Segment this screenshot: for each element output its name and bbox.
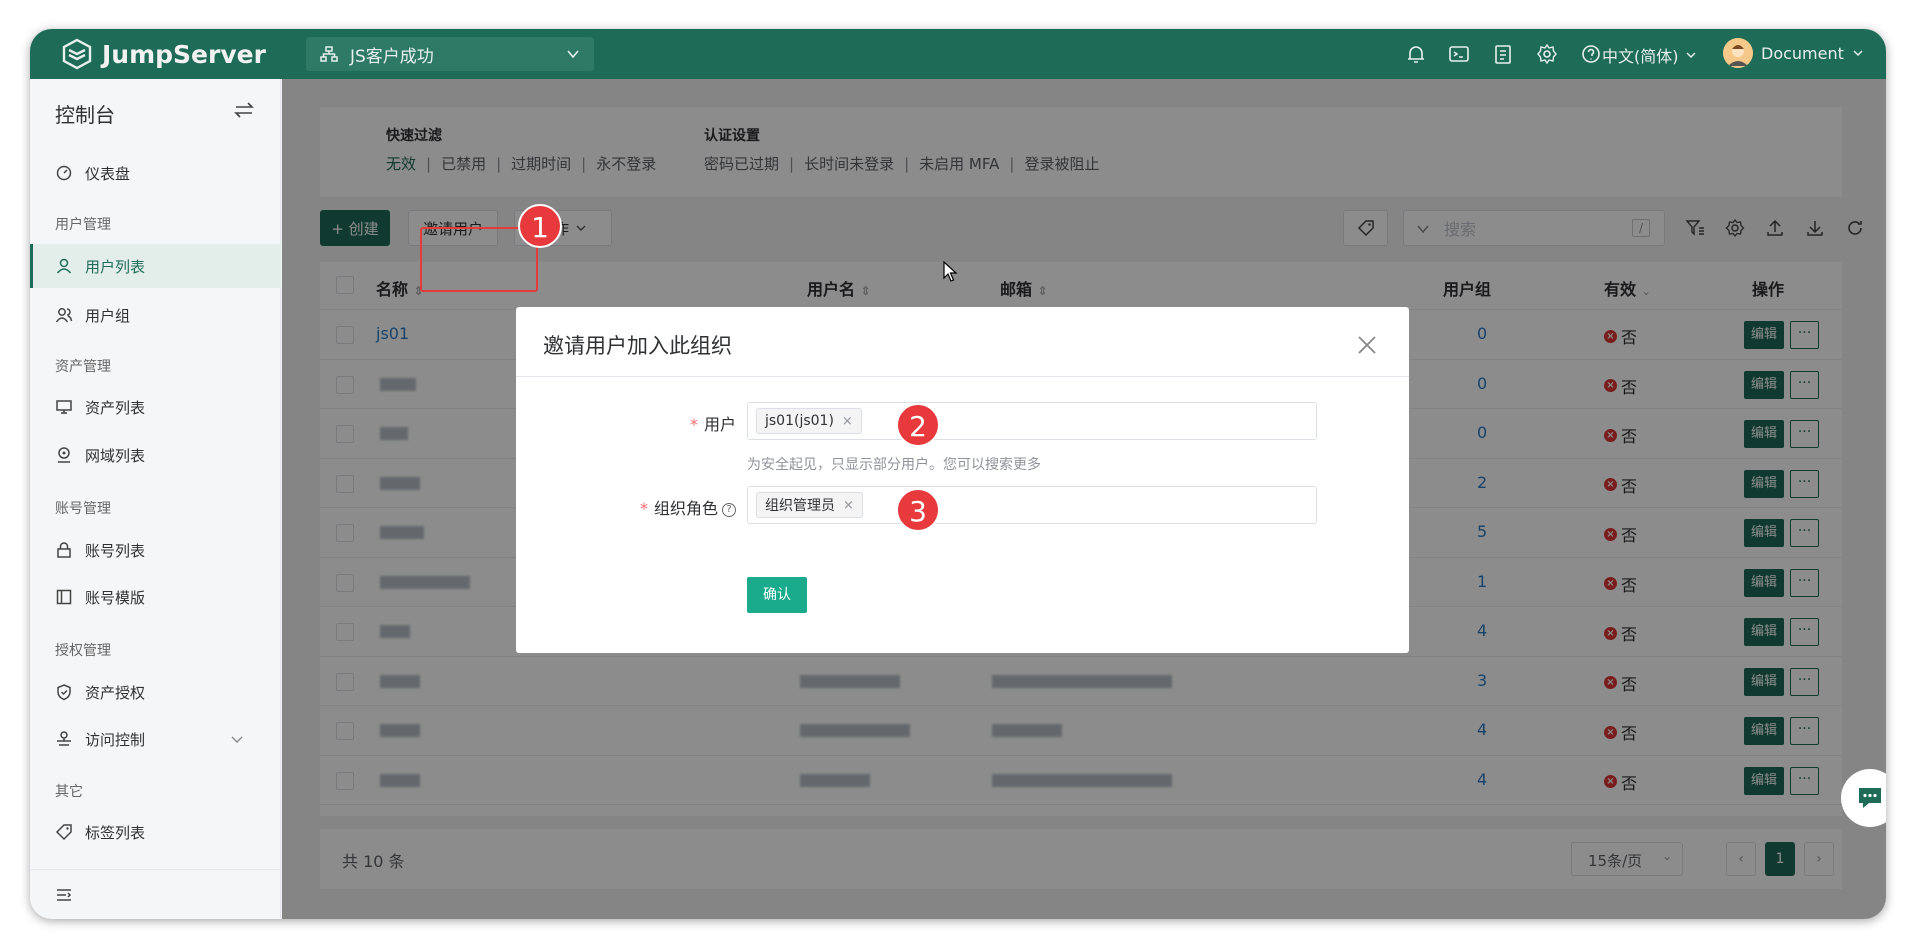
sidebar-item-label: 标签列表 [85, 823, 146, 842]
sidebar-group-label: 资产管理 [55, 359, 111, 375]
monitor-icon [56, 400, 72, 414]
help-icon[interactable] [1580, 43, 1602, 65]
terminal-icon[interactable] [1448, 43, 1470, 65]
template-icon [56, 589, 72, 605]
sidebar-item-label: 仪表盘 [85, 164, 131, 183]
sidebar-item-label: 网域列表 [85, 446, 146, 465]
username: Document [1761, 43, 1844, 63]
chevron-down-icon [567, 50, 579, 59]
sidebar-item-label: 用户列表 [85, 257, 146, 276]
role-select[interactable]: 组织管理员 × [747, 486, 1317, 524]
sidebar-group-label: 账号管理 [55, 501, 111, 517]
location-icon [58, 447, 70, 463]
access-control-icon [57, 731, 71, 746]
org-selector[interactable]: JS客户成功 [306, 37, 594, 71]
top-bar: JumpServer JS客户成功 中文(简体) Document [30, 29, 1886, 79]
user-icon [56, 258, 72, 274]
org-icon [320, 46, 338, 62]
chevron-down-icon [1853, 50, 1863, 57]
org-name: JS客户成功 [350, 46, 434, 67]
sidebar-group-label: 用户管理 [55, 217, 111, 233]
logo-text: JumpServer [102, 39, 266, 69]
chevron-down-icon [231, 736, 243, 743]
sidebar-collapse[interactable] [30, 869, 281, 919]
role-field-label: * 组织角色? [596, 495, 736, 519]
dashboard-icon [56, 165, 72, 181]
sidebar: 控制台 仪表盘 用户管理 用户列表 用户组 资产管理 资产列表 网域列表 账号管… [30, 79, 281, 919]
sidebar-item-label: 资产列表 [85, 398, 146, 417]
confirm-button[interactable]: 确认 [747, 577, 807, 613]
user-tag-label: js01(js01) [765, 413, 834, 429]
sidebar-item-asset-permission[interactable]: 资产授权 [30, 670, 281, 714]
help-icon[interactable]: ? [722, 502, 736, 517]
chevron-down-icon [1685, 52, 1696, 59]
jumpserver-logo-icon [62, 38, 92, 70]
user-menu[interactable]: Document [1723, 38, 1864, 68]
avatar [1723, 38, 1753, 68]
user-tag: js01(js01) × [756, 408, 862, 434]
language-label: 中文(简体) [1602, 47, 1679, 66]
role-tag-label: 组织管理员 [765, 498, 835, 514]
language-selector[interactable]: 中文(简体) [1602, 43, 1697, 67]
sidebar-item-access-control[interactable]: 访问控制 [30, 717, 281, 761]
sidebar-item-label: 用户组 [85, 306, 131, 325]
dialog-title: 邀请用户加入此组织 [543, 334, 732, 358]
sidebar-title: 控制台 [55, 103, 115, 127]
sidebar-item-label: 访问控制 [85, 730, 146, 749]
callout-badge: 3 [896, 488, 940, 532]
remove-tag-icon[interactable]: × [843, 498, 854, 513]
clipboard-icon[interactable] [1492, 43, 1514, 65]
callout-badge: 2 [896, 403, 940, 447]
sidebar-item-dashboard[interactable]: 仪表盘 [30, 151, 281, 195]
required-mark: * [689, 415, 698, 434]
tag-icon [55, 824, 72, 841]
logo[interactable]: JumpServer [60, 35, 266, 73]
gear-icon[interactable] [1536, 43, 1558, 65]
required-mark: * [639, 499, 648, 518]
role-tag: 组织管理员 × [756, 492, 863, 518]
sidebar-item-domain-list[interactable]: 网域列表 [30, 433, 281, 477]
chat-icon [1859, 788, 1881, 808]
shield-icon [57, 684, 71, 701]
mouse-cursor-icon [943, 261, 958, 282]
collapse-menu-icon [57, 889, 72, 901]
sidebar-item-user-group[interactable]: 用户组 [30, 293, 281, 337]
invite-user-dialog: 邀请用户加入此组织 * 用户 js01(js01) × 为安全起见，只显示部分用户… [516, 307, 1409, 653]
sidebar-group-label: 授权管理 [55, 643, 111, 659]
dialog-divider [516, 376, 1409, 377]
users-icon [55, 308, 73, 323]
sidebar-group-label: 其它 [55, 784, 83, 800]
sidebar-item-label: 账号列表 [85, 541, 146, 560]
user-hint: 为安全起见，只显示部分用户。您可以搜索更多 [747, 457, 1041, 473]
sidebar-item-account-template[interactable]: 账号模版 [30, 575, 281, 619]
sidebar-item-label: 账号模版 [85, 588, 146, 607]
callout-badge: 1 [518, 204, 562, 248]
swap-icon[interactable] [233, 99, 255, 121]
avatar-icon [1723, 38, 1753, 68]
user-select[interactable]: js01(js01) × [747, 402, 1317, 440]
sidebar-item-user-list[interactable]: 用户列表 [30, 244, 281, 288]
lock-icon [57, 542, 71, 558]
sidebar-item-account-list[interactable]: 账号列表 [30, 528, 281, 572]
sidebar-item-asset-list[interactable]: 资产列表 [30, 385, 281, 429]
bell-icon[interactable] [1405, 43, 1427, 65]
app-window: JumpServer JS客户成功 中文(简体) Document 控制台 仪表… [30, 29, 1886, 919]
close-icon[interactable] [1356, 334, 1378, 356]
sidebar-item-label: 资产授权 [85, 683, 146, 702]
remove-tag-icon[interactable]: × [842, 414, 853, 429]
sidebar-item-tag-list[interactable]: 标签列表 [30, 810, 281, 854]
user-field-label: * 用户 [689, 415, 736, 434]
